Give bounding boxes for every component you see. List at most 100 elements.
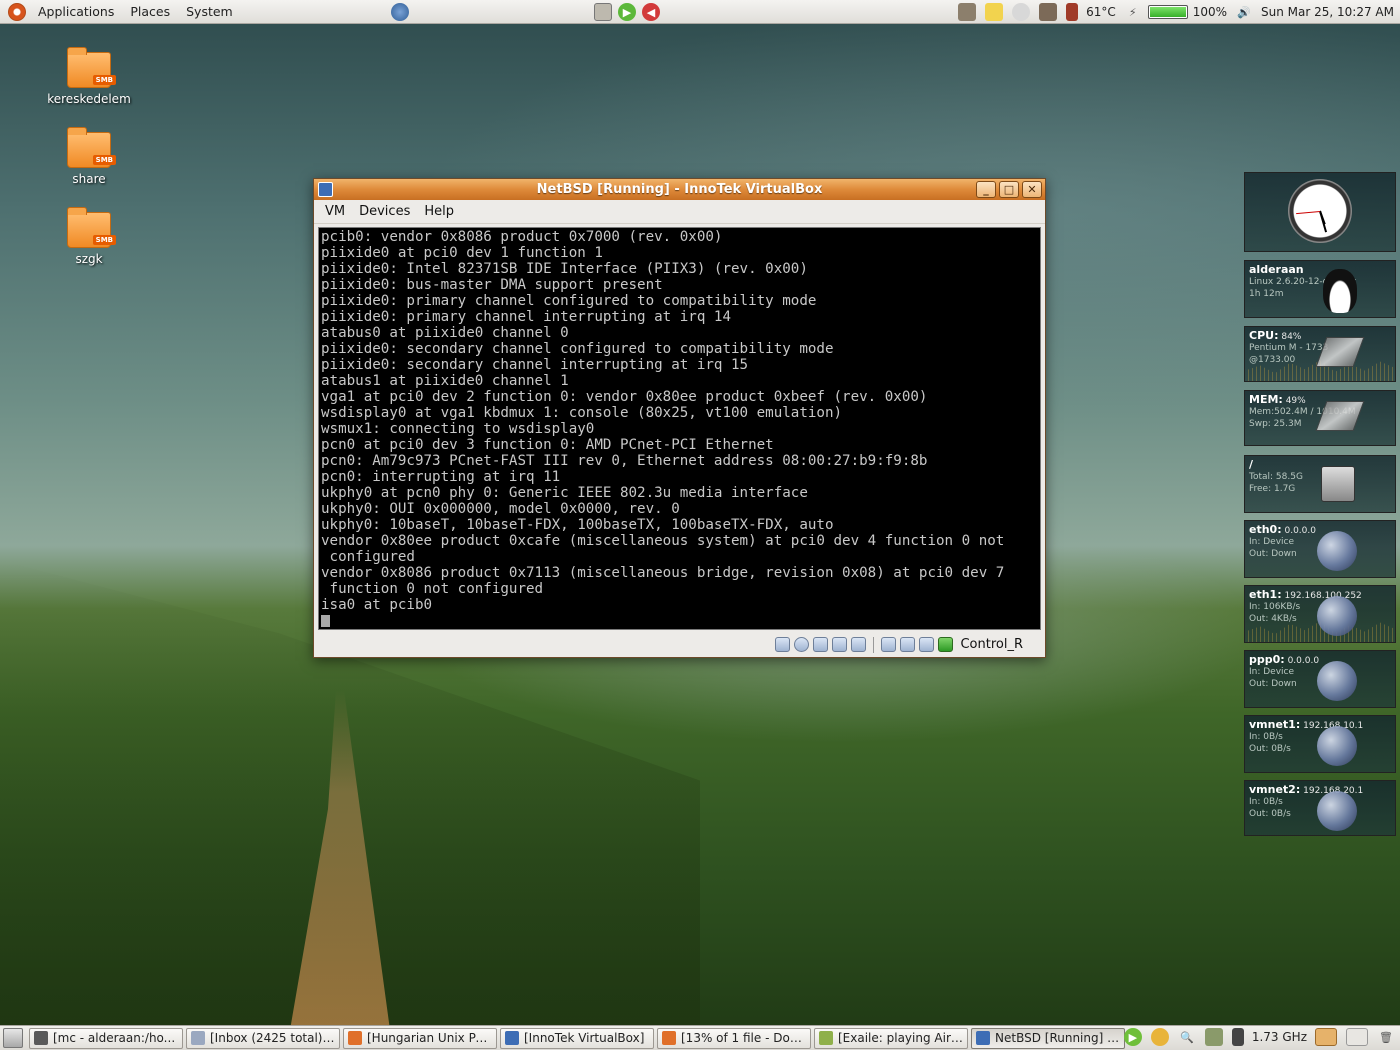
console-line: piixide0: primary channel interrupting a… (321, 309, 731, 325)
power-icon[interactable] (1204, 1028, 1223, 1046)
task-label: NetBSD [Running] -... (995, 1031, 1120, 1045)
net-ip: 0.0.0.0 (1287, 656, 1320, 666)
hard-drive-icon (1321, 466, 1355, 502)
maximize-button[interactable]: □ (999, 181, 1019, 198)
virtualbox-app-icon[interactable] (318, 182, 333, 197)
clock[interactable]: Sun Mar 25, 10:27 AM (1261, 5, 1394, 19)
menu-help[interactable]: Help (417, 204, 461, 219)
shared-folders-icon[interactable] (881, 637, 897, 652)
search-icon[interactable]: 🔍 (1178, 1028, 1196, 1046)
vm-console[interactable]: pcib0: vendor 0x8086 product 0x7000 (rev… (318, 227, 1041, 630)
console-line: pcn0 at pci0 dev 3 function 0: AMD PCnet… (321, 437, 774, 453)
menu-applications[interactable]: Applications (30, 4, 122, 19)
cdrom-icon[interactable] (794, 637, 810, 652)
desktop-icon-share[interactable]: SMB share (44, 127, 134, 186)
mouse-integration-icon[interactable] (919, 637, 935, 652)
task-label: [mc - alderaan:/ho... (53, 1031, 176, 1045)
virtualbox-window[interactable]: NetBSD [Running] - InnoTek VirtualBox _ … (313, 178, 1046, 658)
console-line: ukphy0: OUI 0x000000, model 0x0000, rev.… (321, 501, 680, 517)
menu-places[interactable]: Places (122, 4, 178, 19)
menu-devices[interactable]: Devices (352, 204, 417, 219)
network-launcher-icon[interactable] (388, 3, 412, 24)
mute-icon[interactable]: ◀ (642, 3, 660, 21)
notes-icon[interactable] (594, 3, 612, 21)
task-app-icon (819, 1031, 833, 1045)
network-folder-icon: SMB (67, 207, 116, 248)
desktop-icon-label: kereskedelem (47, 92, 131, 106)
taskbar-button[interactable]: NetBSD [Running] -... (971, 1027, 1125, 1049)
network-icon[interactable] (832, 637, 848, 652)
smb-badge: SMB (92, 235, 116, 245)
power-plug-icon[interactable]: ⚡ (1124, 3, 1142, 21)
task-app-icon (34, 1031, 48, 1045)
console-line: pcib0: vendor 0x8086 product 0x7000 (rev… (321, 229, 723, 245)
trash-icon[interactable]: 🗑 (1377, 1028, 1395, 1046)
close-button[interactable]: ✕ (1022, 181, 1042, 198)
floppy-icon[interactable] (813, 637, 829, 652)
task-app-icon (191, 1031, 205, 1045)
gkrellm-net-eth0: eth0: 0.0.0.0 In: Device Out: Down (1244, 520, 1396, 578)
taskbar-button[interactable]: [mc - alderaan:/ho... (29, 1027, 183, 1049)
mem-label: MEM: (1249, 393, 1283, 406)
smb-badge: SMB (92, 75, 116, 85)
menu-system[interactable]: System (178, 4, 241, 19)
workspace-switcher-icon[interactable] (1315, 1028, 1337, 1046)
network-manager-icon[interactable] (1039, 3, 1058, 21)
battery-icon[interactable] (1147, 5, 1188, 19)
taskbar-button[interactable]: [Hungarian Unix Po... (343, 1027, 497, 1049)
globe-icon (1317, 661, 1357, 701)
taskbar-button[interactable]: [Exaile: playing Air ... (814, 1027, 968, 1049)
task-label: [Exaile: playing Air ... (838, 1031, 963, 1045)
media-play-icon[interactable]: ▶ (1123, 1028, 1142, 1046)
usb-icon[interactable] (851, 637, 867, 652)
gkrellm-net-vmnet1: vmnet1: 192.168.10.1 In: 0B/s Out: 0B/s (1244, 715, 1396, 773)
window-titlebar[interactable]: NetBSD [Running] - InnoTek VirtualBox _ … (314, 179, 1045, 200)
analog-clock-icon (1288, 179, 1352, 243)
gkrellm-host: alderaan Linux 2.6.20-12-generic 1h 12m (1244, 260, 1396, 318)
hardware-icon[interactable] (1066, 3, 1079, 21)
console-line: piixide0: secondary channel interrupting… (321, 357, 749, 373)
console-line: function 0 not configured (321, 581, 544, 597)
globe-icon (1317, 726, 1357, 766)
system-tray: 61°C ⚡ 100% 🔊 Sun Mar 25, 10:27 AM (955, 0, 1396, 24)
ubuntu-logo-icon[interactable] (8, 2, 26, 21)
vbox-menubar: VM Devices Help (314, 200, 1045, 224)
volume-icon[interactable]: 🔊 (1235, 3, 1253, 21)
task-app-icon (976, 1031, 990, 1045)
display-icon[interactable] (958, 3, 977, 21)
taskbar-button[interactable]: [Inbox (2425 total) -... (186, 1027, 340, 1049)
show-desktop-icon[interactable] (3, 1028, 23, 1048)
host-key-capture-icon[interactable] (938, 637, 954, 652)
tux-icon (1323, 269, 1357, 313)
disk-free: Free: 1.7G (1249, 484, 1296, 494)
folder-icon[interactable] (985, 3, 1004, 21)
gkrellm-clock (1244, 172, 1396, 252)
task-app-icon (505, 1031, 519, 1045)
user-icon[interactable] (1150, 1028, 1169, 1046)
gkrellm-mem: MEM: 49% Mem:502.4M / 1010.4M Swp: 25.3M (1244, 390, 1396, 446)
cpu-label: CPU: (1249, 329, 1279, 342)
console-line: piixide0: bus-master DMA support present (321, 277, 663, 293)
console-line: piixide0: primary channel configured to … (321, 293, 817, 309)
hard-disk-icon[interactable] (775, 637, 791, 652)
menu-vm[interactable]: VM (318, 204, 352, 219)
vbox-statusbar: Control_R (314, 632, 1045, 657)
host-name: alderaan (1249, 263, 1304, 276)
taskbar-button[interactable]: [InnoTek VirtualBox] (500, 1027, 654, 1049)
task-label: [Inbox (2425 total) -... (210, 1031, 335, 1045)
globe-icon (1317, 531, 1357, 571)
net-name: eth1: (1249, 588, 1282, 601)
play-icon[interactable]: ▶ (618, 3, 636, 21)
battery-small-icon[interactable] (1231, 1028, 1244, 1046)
desktop-icon-szgk[interactable]: SMB szgk (44, 207, 134, 266)
bottom-panel: [mc - alderaan:/ho... [Inbox (2425 total)… (0, 1025, 1400, 1050)
blank-workspace-icon[interactable] (1346, 1028, 1368, 1046)
console-line: configured (321, 549, 415, 565)
task-app-icon (348, 1031, 362, 1045)
console-line: vga1 at pci0 dev 2 function 0: vendor 0x… (321, 389, 928, 405)
minimize-button[interactable]: _ (976, 181, 996, 198)
disc-icon[interactable] (1012, 3, 1031, 21)
taskbar-button[interactable]: [13% of 1 file - Dow... (657, 1027, 811, 1049)
vrdp-icon[interactable] (900, 637, 916, 652)
desktop-icon-kereskedelem[interactable]: SMB kereskedelem (44, 47, 134, 106)
